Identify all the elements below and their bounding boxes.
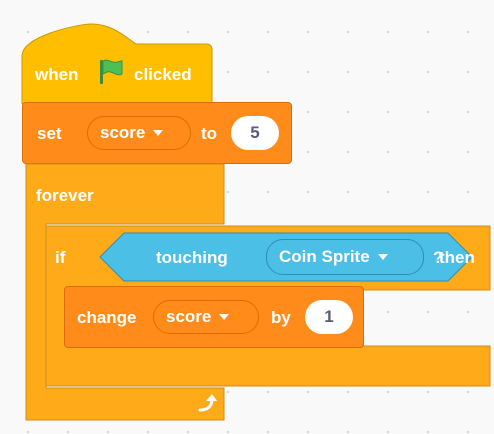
when-label: when [35, 65, 79, 84]
change-value-input[interactable]: 1 [305, 300, 353, 334]
set-variable-block[interactable]: set score to 5 [22, 102, 292, 164]
touching-target-label: Coin Sprite [279, 247, 370, 266]
clicked-label: clicked [134, 65, 192, 84]
touching-label: touching [156, 248, 228, 267]
to-label: to [201, 124, 218, 143]
forever-label: forever [36, 186, 94, 205]
chevron-down-icon [153, 130, 164, 136]
set-value-input[interactable]: 5 [231, 116, 279, 150]
then-label: then [439, 248, 475, 267]
loop-arrow-icon [196, 392, 220, 419]
change-label: change [77, 308, 137, 327]
touching-condition[interactable]: touching Coin Sprite ? [99, 232, 473, 282]
variable-dropdown-label: score [166, 307, 212, 326]
change-variable-block[interactable]: change score by 1 [64, 286, 364, 348]
by-label: by [271, 308, 291, 327]
when-flag-clicked-block[interactable]: when clicked [18, 18, 214, 104]
touching-target-dropdown[interactable]: Coin Sprite [266, 239, 424, 275]
variable-dropdown-label: score [100, 123, 146, 142]
if-label: if [55, 248, 66, 267]
set-label: set [37, 124, 62, 143]
variable-dropdown[interactable]: score [87, 116, 191, 150]
chevron-down-icon [377, 254, 388, 260]
variable-dropdown[interactable]: score [153, 300, 259, 334]
chevron-down-icon [219, 314, 230, 320]
green-flag-icon [98, 58, 124, 91]
